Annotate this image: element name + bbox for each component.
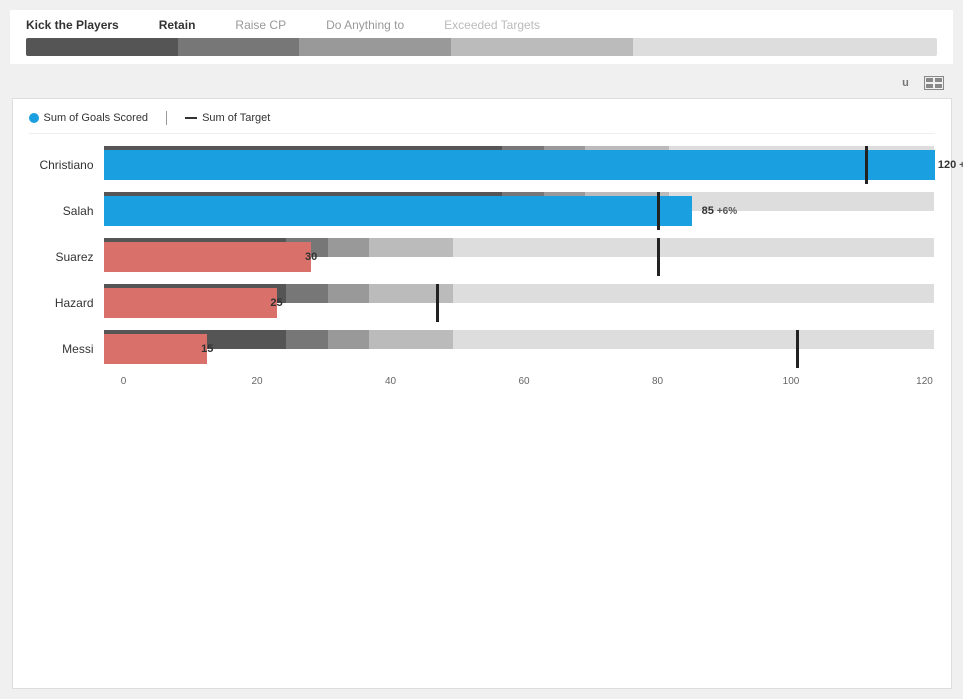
expand-icon[interactable]: u xyxy=(896,76,916,90)
legend-goals-label: Sum of Goals Scored xyxy=(44,112,149,124)
bar-track: 25 xyxy=(104,284,935,322)
filter-seg-3[interactable] xyxy=(299,38,451,56)
filter-label-raise[interactable]: Raise CP xyxy=(235,18,286,32)
bar-value-label: 85+6% xyxy=(702,205,738,217)
filter-label-do[interactable]: Do Anything to xyxy=(326,18,404,32)
filter-seg-4[interactable] xyxy=(451,38,633,56)
filter-seg-1[interactable] xyxy=(26,38,178,56)
target-line xyxy=(796,330,799,368)
target-line xyxy=(657,238,660,276)
bar-track: 15 xyxy=(104,330,935,368)
bar-value-label: 15 xyxy=(201,343,213,355)
bar-track: 85+6% xyxy=(104,192,935,230)
legend-goals-dot xyxy=(29,113,39,123)
target-line xyxy=(657,192,660,230)
x-axis-tick: 120 xyxy=(915,376,935,387)
player-label: Christiano xyxy=(29,158,104,172)
player-label: Hazard xyxy=(29,296,104,310)
filter-label-exceeded[interactable]: Exceeded Targets xyxy=(444,18,540,32)
bar-value-label: 30 xyxy=(305,251,317,263)
filter-label-retain[interactable]: Retain xyxy=(159,18,196,32)
bar-track: 120+9% xyxy=(104,146,935,184)
legend-target-label: Sum of Target xyxy=(202,112,270,124)
player-row-messi: Messi15 xyxy=(29,330,935,368)
x-axis: 0 20 40 60 80 100 120 xyxy=(114,376,935,387)
player-label: Messi xyxy=(29,342,104,356)
bar-value-label: 25 xyxy=(270,297,282,309)
target-line xyxy=(436,284,439,322)
x-axis-tick: 40 xyxy=(381,376,401,387)
filter-seg-2[interactable] xyxy=(178,38,299,56)
x-axis-tick: 20 xyxy=(247,376,267,387)
x-axis-tick: 0 xyxy=(114,376,134,387)
x-axis-tick: 60 xyxy=(514,376,534,387)
legend-target-line xyxy=(185,117,197,119)
legend-goals: Sum of Goals Scored xyxy=(29,112,149,124)
player-row-hazard: Hazard25 xyxy=(29,284,935,322)
bar-track: 30 xyxy=(104,238,935,276)
filter-seg-5[interactable] xyxy=(633,38,937,56)
player-label: Suarez xyxy=(29,250,104,264)
chart-legend: Sum of Goals Scored Sum of Target xyxy=(29,111,935,134)
chart-area: Christiano120+9%Salah85+6%Suarez30Hazard… xyxy=(29,146,935,370)
legend-target: Sum of Target xyxy=(185,112,270,124)
main-bar: 120+9% xyxy=(104,150,935,180)
x-axis-tick: 80 xyxy=(648,376,668,387)
legend-sep xyxy=(166,111,167,125)
main-bar: 25 xyxy=(104,288,277,318)
filter-bar: Kick the Players Retain Raise CP Do Anyt… xyxy=(10,10,953,64)
main-bar: 30 xyxy=(104,242,312,272)
player-row-salah: Salah85+6% xyxy=(29,192,935,230)
target-line xyxy=(865,146,868,184)
main-bar: 15 xyxy=(104,334,208,364)
layout-icon[interactable] xyxy=(924,76,944,90)
chart-container: Sum of Goals Scored Sum of Target Christ… xyxy=(12,98,952,689)
player-row-christiano: Christiano120+9% xyxy=(29,146,935,184)
bar-value-label: 120+9% xyxy=(938,159,963,171)
main-bar: 85+6% xyxy=(104,196,693,226)
filter-labels: Kick the Players Retain Raise CP Do Anyt… xyxy=(26,18,937,32)
player-label: Salah xyxy=(29,204,104,218)
filter-bar-track[interactable] xyxy=(26,38,937,56)
player-row-suarez: Suarez30 xyxy=(29,238,935,276)
x-axis-tick: 100 xyxy=(781,376,801,387)
filter-label-kick[interactable]: Kick the Players xyxy=(26,18,119,32)
toolbar: u xyxy=(12,72,952,94)
